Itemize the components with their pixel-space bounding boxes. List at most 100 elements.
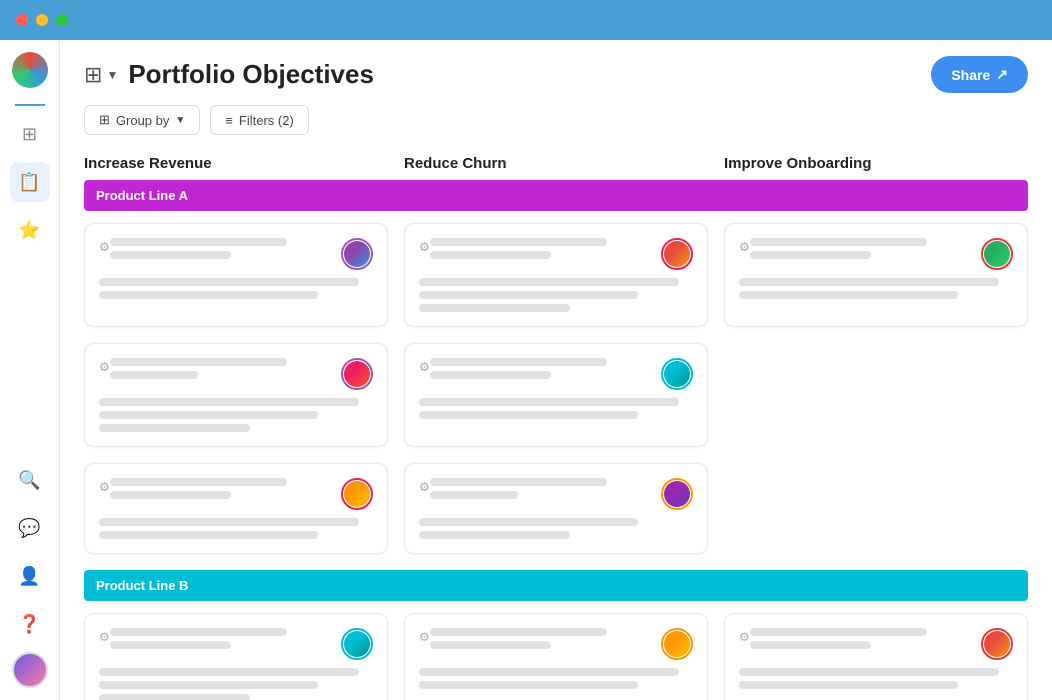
card-line bbox=[110, 641, 232, 649]
sidebar-item-messages[interactable]: 💬 bbox=[10, 508, 50, 548]
sidebar-item-help[interactable]: ❓ bbox=[10, 604, 50, 644]
card-a3c1[interactable]: ⚙ bbox=[84, 463, 388, 554]
card-line bbox=[430, 358, 607, 366]
card-line bbox=[110, 478, 287, 486]
filters-label: Filters (2) bbox=[239, 113, 294, 128]
card-line bbox=[430, 628, 607, 636]
card-a1c2[interactable]: ⚙ bbox=[404, 223, 708, 327]
chevron-down-icon: ▼ bbox=[175, 115, 185, 126]
column-headers: Increase Revenue Reduce Churn Improve On… bbox=[84, 147, 1028, 180]
search-icon: 🔍 bbox=[18, 470, 40, 491]
group-header-b[interactable]: Product Line B bbox=[84, 570, 1028, 601]
help-icon: ❓ bbox=[18, 614, 40, 635]
card-line bbox=[430, 251, 552, 259]
sidebar-item-board[interactable]: 📋 bbox=[10, 162, 50, 202]
card-line bbox=[419, 518, 638, 526]
group-icon: ⊞ bbox=[99, 112, 110, 128]
page-header: ⊞ ▼ Portfolio Objectives Share ↗ bbox=[60, 40, 1052, 93]
sidebar-item-search[interactable]: 🔍 bbox=[10, 460, 50, 500]
card-a2c1[interactable]: ⚙ bbox=[84, 343, 388, 447]
minimize-dot[interactable] bbox=[36, 14, 48, 26]
card-line bbox=[430, 238, 607, 246]
avatar-ring bbox=[981, 238, 1013, 270]
toolbar: ⊞ Group by ▼ ≡ Filters (2) bbox=[60, 93, 1052, 147]
card-a3c3-empty bbox=[724, 463, 1028, 554]
share-button[interactable]: Share ↗ bbox=[931, 56, 1028, 93]
maximize-dot[interactable] bbox=[56, 14, 68, 26]
card-line bbox=[419, 681, 638, 689]
chat-icon: 💬 bbox=[18, 518, 40, 539]
card-lines bbox=[110, 238, 331, 259]
objectives-icon: ⚙ bbox=[99, 240, 110, 254]
card-line bbox=[750, 251, 872, 259]
card-a3c2[interactable]: ⚙ bbox=[404, 463, 708, 554]
person-icon: 👤 bbox=[18, 566, 40, 587]
card-line bbox=[99, 531, 318, 539]
sidebar-divider bbox=[15, 104, 45, 106]
sidebar-item-favorites[interactable]: ⭐ bbox=[10, 210, 50, 250]
card-avatar bbox=[664, 361, 690, 387]
grid-icon: ⊞ bbox=[22, 124, 37, 145]
filters-button[interactable]: ≡ Filters (2) bbox=[210, 105, 308, 135]
group-by-button[interactable]: ⊞ Group by ▼ bbox=[84, 105, 200, 135]
card-line bbox=[430, 641, 552, 649]
card-lines bbox=[750, 238, 971, 259]
columns-area: Increase Revenue Reduce Churn Improve On… bbox=[60, 147, 1052, 700]
group-header-a[interactable]: Product Line A bbox=[84, 180, 1028, 211]
objectives-icon: ⚙ bbox=[99, 630, 110, 644]
card-a1c3[interactable]: ⚙ bbox=[724, 223, 1028, 327]
group-a-row-1: ⚙ bbox=[84, 223, 1028, 327]
group-product-line-a: Product Line A ⚙ bbox=[84, 180, 1028, 554]
card-b1c2[interactable]: ⚙ bbox=[404, 613, 708, 700]
card-a2c2[interactable]: ⚙ bbox=[404, 343, 708, 447]
sidebar: ⊞ 📋 ⭐ 🔍 💬 👤 ❓ bbox=[0, 40, 60, 700]
app-logo[interactable] bbox=[12, 52, 48, 88]
card-line bbox=[99, 398, 359, 406]
sidebar-item-profile[interactable]: 👤 bbox=[10, 556, 50, 596]
card-avatar bbox=[984, 241, 1010, 267]
card-line bbox=[99, 694, 250, 700]
close-dot[interactable] bbox=[16, 14, 28, 26]
objectives-icon: ⚙ bbox=[419, 480, 430, 494]
objectives-icon: ⚙ bbox=[419, 360, 430, 374]
card-b1c3[interactable]: ⚙ bbox=[724, 613, 1028, 700]
group-a-row-3: ⚙ bbox=[84, 463, 1028, 554]
card-line bbox=[110, 628, 287, 636]
card-line bbox=[739, 278, 999, 286]
user-avatar[interactable] bbox=[12, 652, 48, 688]
avatar-ring bbox=[661, 478, 693, 510]
card-a1c1[interactable]: ⚙ bbox=[84, 223, 388, 327]
card-line bbox=[99, 424, 250, 432]
card-line bbox=[99, 668, 359, 676]
header-left: ⊞ ▼ Portfolio Objectives bbox=[84, 59, 374, 90]
card-line bbox=[739, 668, 999, 676]
objectives-icon: ⚙ bbox=[99, 480, 110, 494]
card-line bbox=[110, 238, 287, 246]
col-header-improve-onboarding: Improve Onboarding bbox=[724, 147, 1028, 180]
col-header-reduce-churn: Reduce Churn bbox=[404, 147, 708, 180]
group-a-row-2: ⚙ bbox=[84, 343, 1028, 447]
group-product-line-b: Product Line B ⚙ bbox=[84, 570, 1028, 700]
share-label: Share bbox=[951, 67, 990, 83]
card-b1c1[interactable]: ⚙ bbox=[84, 613, 388, 700]
card-line bbox=[110, 251, 232, 259]
sidebar-item-menu[interactable]: ⊞ bbox=[10, 114, 50, 154]
card-line bbox=[419, 398, 679, 406]
card-line bbox=[419, 531, 570, 539]
view-switcher[interactable]: ⊞ ▼ bbox=[84, 62, 118, 88]
sidebar-bottom: 🔍 💬 👤 ❓ bbox=[10, 460, 50, 688]
page-title: Portfolio Objectives bbox=[128, 59, 374, 90]
card-avatar bbox=[664, 241, 690, 267]
card-line bbox=[110, 371, 198, 379]
objectives-icon: ⚙ bbox=[739, 240, 750, 254]
card-avatar bbox=[344, 361, 370, 387]
card-line bbox=[739, 681, 958, 689]
card-line bbox=[419, 291, 638, 299]
group-a-label: Product Line A bbox=[96, 188, 188, 203]
card-avatar bbox=[664, 481, 690, 507]
card-line bbox=[99, 518, 359, 526]
card-line bbox=[99, 681, 318, 689]
card-line bbox=[750, 238, 927, 246]
card-line bbox=[750, 641, 872, 649]
avatar-ring bbox=[341, 238, 373, 270]
